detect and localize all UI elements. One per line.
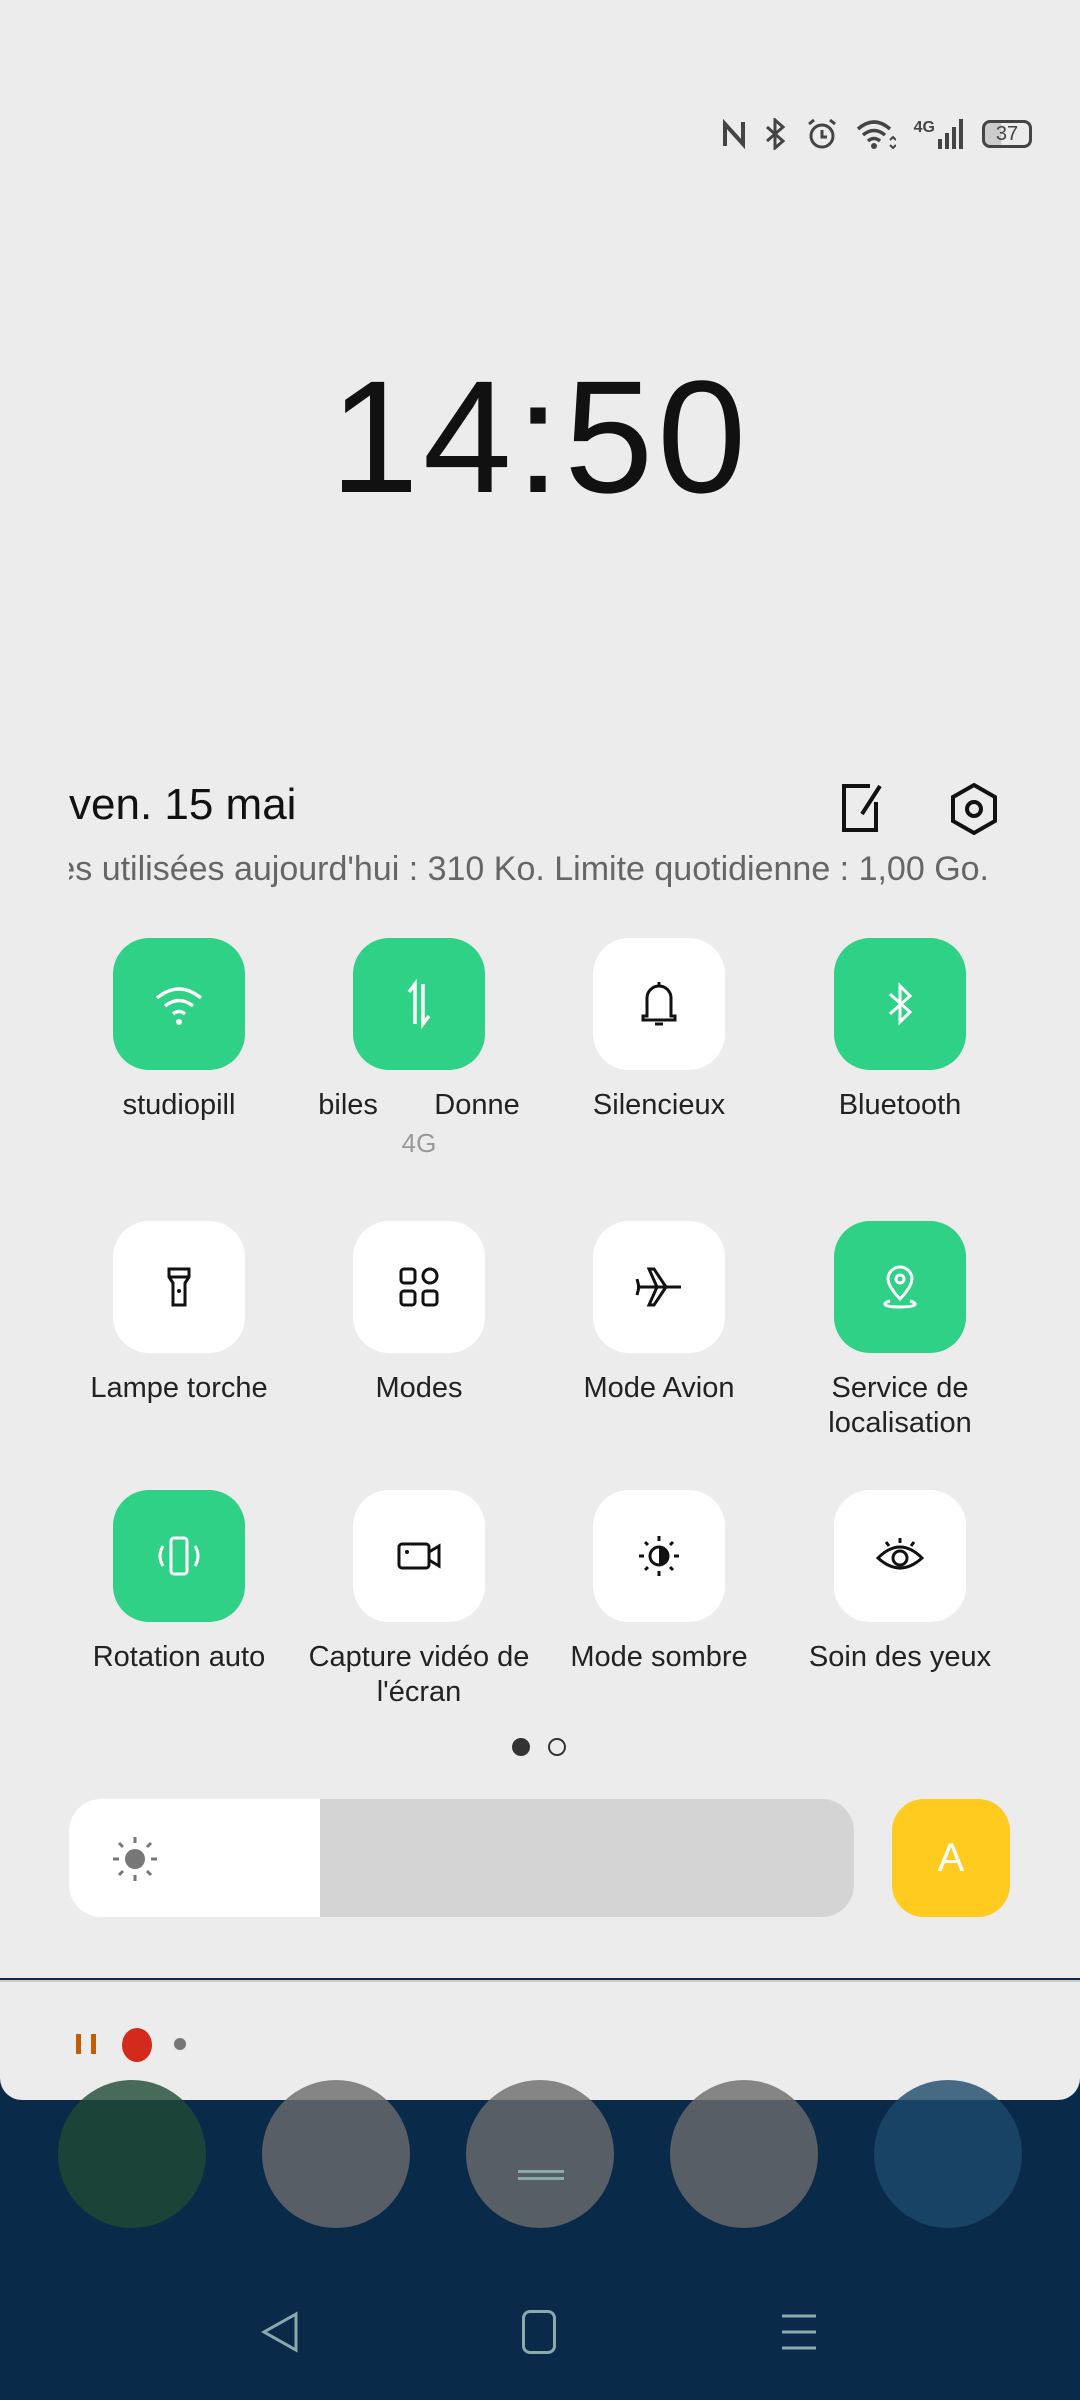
home-icon[interactable] <box>522 2310 556 2354</box>
tile-label: Mode Avion <box>583 1372 735 1404</box>
tile-sublabel: 4G <box>401 1128 437 1158</box>
dock-camera-icon <box>466 2080 614 2228</box>
bell-icon <box>641 982 677 1026</box>
brightness-icon <box>113 1837 157 1881</box>
tile-label: Modes <box>375 1372 463 1404</box>
tile-rotate[interactable] <box>113 1490 245 1622</box>
tile-eye[interactable] <box>834 1490 966 1622</box>
settings-icon[interactable] <box>948 782 1000 836</box>
tile-label: Capture vidéo de l'écran <box>308 1641 530 1708</box>
bluetooth-icon <box>888 982 913 1026</box>
dark-mode-icon <box>639 1536 679 1576</box>
auto-brightness-button[interactable]: A <box>892 1799 1010 1917</box>
pause-icon <box>76 2034 96 2054</box>
page-dot-1[interactable] <box>512 1738 530 1756</box>
date: ven. 15 mai <box>69 780 297 829</box>
airplane-icon <box>635 1267 681 1307</box>
wifi-icon <box>856 120 896 150</box>
tile-bluetooth[interactable] <box>834 938 966 1070</box>
tile-label: Soin des yeux <box>808 1641 992 1673</box>
location-icon <box>883 1265 917 1309</box>
status-bar: 4G 37 <box>722 118 1032 150</box>
tile-grid[interactable] <box>353 1221 485 1353</box>
recents-icon[interactable] <box>780 2310 818 2354</box>
battery-level: 37 <box>995 123 1019 145</box>
tile-label: Service de localisation <box>828 1372 972 1439</box>
network-type: 4G <box>913 119 935 136</box>
dock-gmail-icon <box>262 2080 410 2228</box>
wifi-icon <box>155 987 203 1025</box>
tile-bell[interactable] <box>593 938 725 1070</box>
flashlight-icon <box>167 1267 191 1307</box>
tile-label: studiopill <box>122 1089 236 1121</box>
antutu-icon <box>122 2028 152 2062</box>
page-indicator <box>512 1738 566 1756</box>
edit-icon[interactable] <box>838 782 886 834</box>
tile-screen-record[interactable] <box>353 1490 485 1622</box>
clock: 14:50 <box>329 347 751 526</box>
tile-airplane[interactable] <box>593 1221 725 1353</box>
tile-location[interactable] <box>834 1221 966 1353</box>
tile-label: Silencieux <box>592 1089 726 1121</box>
tile-dark-mode[interactable] <box>593 1490 725 1622</box>
nfc-icon <box>722 119 745 149</box>
battery-icon: 37 <box>982 120 1032 148</box>
quick-settings-panel: 4G 37 14:50 ven. 15 mai Données utilisée… <box>0 0 1080 1978</box>
back-icon[interactable] <box>260 2310 300 2354</box>
page-dot-2[interactable] <box>548 1738 566 1756</box>
more-dot-icon <box>174 2038 186 2050</box>
rotate-icon <box>158 1536 200 1576</box>
data-usage-ticker: Données utilisées aujourd'hui : 310 Ko. … <box>69 850 989 888</box>
screen-record-icon <box>397 1542 441 1570</box>
app-drawer-handle[interactable] <box>518 2170 564 2180</box>
tile-label: Rotation auto <box>92 1641 266 1673</box>
dock-twitter-icon <box>874 2080 1022 2228</box>
tile-label: Mode sombre <box>570 1641 748 1673</box>
dock-chrome-icon <box>670 2080 818 2228</box>
brightness-fill <box>69 1799 321 1917</box>
mobile-data-icon <box>407 978 431 1030</box>
bluetooth-icon <box>765 118 785 150</box>
brightness-slider[interactable] <box>69 1799 854 1917</box>
dock-phone-icon <box>58 2080 206 2228</box>
tile-wifi[interactable] <box>113 938 245 1070</box>
tile-flashlight[interactable] <box>113 1221 245 1353</box>
tile-label: biles Donne <box>318 1089 520 1121</box>
tile-label: Lampe torche <box>90 1372 268 1404</box>
signal-icon <box>938 119 963 149</box>
tile-mobile-data[interactable] <box>353 938 485 1070</box>
tile-label: Bluetooth <box>838 1089 962 1121</box>
grid-icon <box>399 1267 439 1307</box>
alarm-icon <box>807 118 836 149</box>
eye-icon <box>875 1538 925 1570</box>
